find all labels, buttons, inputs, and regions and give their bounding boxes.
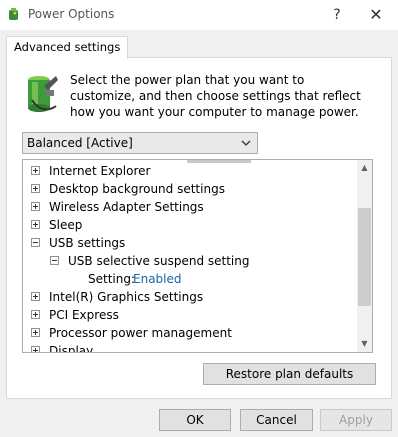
battery-plug-icon (28, 76, 58, 112)
tree-item-label: Display (49, 344, 94, 353)
expand-icon[interactable] (31, 184, 40, 193)
apply-button[interactable]: Apply (320, 409, 392, 431)
power-plan-select-value: Balanced [Active] (27, 136, 133, 150)
power-options-icon (9, 8, 18, 20)
tree-scrollbar[interactable]: ▲ ▼ (357, 160, 372, 352)
tree-item-label: Desktop background settings (49, 182, 225, 196)
restore-plan-defaults-button[interactable]: Restore plan defaults (203, 363, 376, 385)
setting-value-link[interactable]: Enabled (133, 270, 182, 288)
tree-tooltip-edge (187, 160, 251, 163)
scroll-thumb[interactable] (358, 208, 371, 306)
instruction-text: Select the power plan that you want to c… (70, 73, 361, 119)
tree-item-label: Sleep (49, 218, 83, 232)
expand-icon[interactable] (31, 166, 40, 175)
cancel-button[interactable]: Cancel (240, 409, 313, 431)
tree-item-label: Wireless Adapter Settings (49, 200, 204, 214)
tab-advanced-settings[interactable]: Advanced settings (6, 36, 129, 59)
scroll-up-icon[interactable]: ▲ (357, 160, 372, 176)
collapse-icon[interactable] (31, 238, 40, 247)
settings-tree[interactable]: Internet Explorer Desktop background set… (22, 159, 373, 353)
tree-item-label: Internet Explorer (49, 164, 151, 178)
collapse-icon[interactable] (50, 256, 59, 265)
setting-label: Setting: (88, 272, 136, 286)
tree-item-label: PCI Express (49, 308, 119, 322)
expand-icon[interactable] (31, 346, 40, 352)
expand-icon[interactable] (31, 202, 40, 211)
scroll-down-icon[interactable]: ▼ (357, 336, 372, 352)
tree-item-label: USB selective suspend setting (68, 254, 250, 268)
expand-icon[interactable] (31, 292, 40, 301)
expand-icon[interactable] (31, 328, 40, 337)
close-button[interactable]: ✕ (364, 5, 388, 25)
window-title: Power Options (28, 7, 115, 21)
power-plan-select[interactable]: Balanced [Active] (22, 132, 258, 154)
expand-icon[interactable] (31, 220, 40, 229)
chevron-down-icon (241, 140, 251, 146)
ok-button[interactable]: OK (159, 409, 231, 431)
tree-item-label: USB settings (49, 236, 126, 250)
tree-item-label: Processor power management (49, 326, 232, 340)
help-button[interactable]: ? (326, 5, 348, 25)
tree-item-label: Intel(R) Graphics Settings (49, 290, 204, 304)
expand-icon[interactable] (31, 310, 40, 319)
